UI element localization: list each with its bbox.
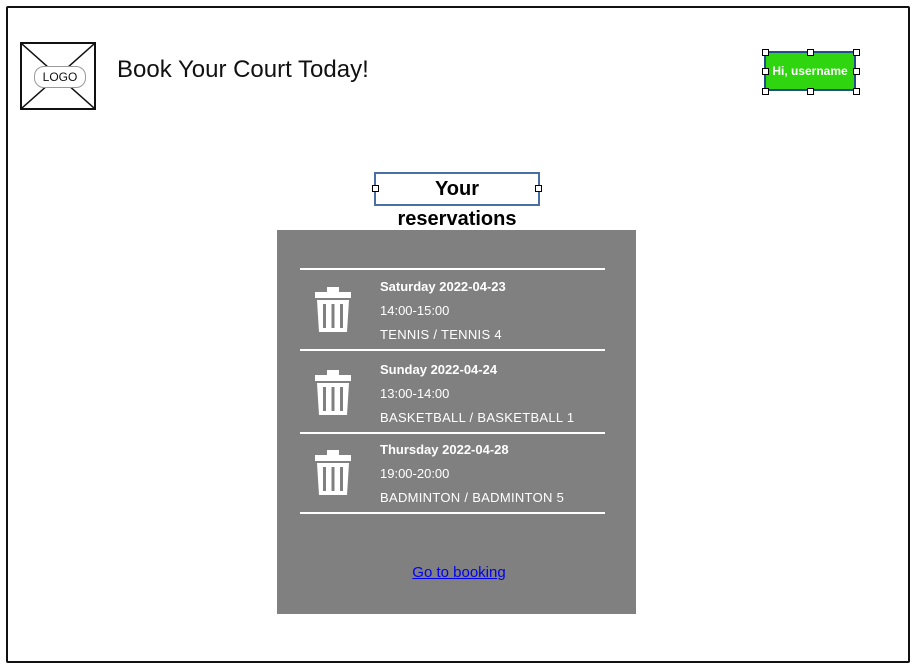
selection-handle <box>807 88 814 95</box>
trash-icon[interactable] <box>313 449 353 497</box>
reservation-date: Saturday 2022-04-23 <box>380 279 506 294</box>
go-to-booking-link[interactable]: Go to booking <box>277 564 641 581</box>
logo-placeholder: LOGO <box>20 42 96 110</box>
reservation-item: Sunday 2022-04-24 13:00-14:00 BASKETBALL… <box>277 353 636 433</box>
trash-icon[interactable] <box>313 286 353 334</box>
selection-handle <box>762 49 769 56</box>
selection-handle <box>853 49 860 56</box>
reservation-item: Thursday 2022-04-28 19:00-20:00 BADMINTO… <box>277 433 636 513</box>
reservation-date: Thursday 2022-04-28 <box>380 442 509 457</box>
divider <box>300 349 605 351</box>
reservation-time: 13:00-14:00 <box>380 386 450 401</box>
selection-handle <box>372 185 379 192</box>
selection-handle <box>853 88 860 95</box>
reservation-date: Sunday 2022-04-24 <box>380 362 498 377</box>
selection-handle <box>807 49 814 56</box>
reservation-time: 19:00-20:00 <box>380 466 450 481</box>
selection-handle <box>853 68 860 75</box>
reservation-court: BASKETBALL / BASKETBALL 1 <box>380 410 575 425</box>
selection-handle <box>535 185 542 192</box>
user-menu-button[interactable]: Hi, username <box>764 51 856 91</box>
reservation-time: 14:00-15:00 <box>380 303 450 318</box>
reservations-panel: Saturday 2022-04-23 14:00-15:00 TENNIS /… <box>277 230 636 614</box>
selection-handle <box>762 68 769 75</box>
trash-icon[interactable] <box>313 369 353 417</box>
logo-label: LOGO <box>34 66 86 88</box>
reservation-item: Saturday 2022-04-23 14:00-15:00 TENNIS /… <box>277 270 636 350</box>
reservation-court: TENNIS / TENNIS 4 <box>380 327 502 342</box>
reservations-title: Your reservations <box>374 172 540 230</box>
app-title: Book Your Court Today! <box>117 56 369 83</box>
selection-handle <box>762 88 769 95</box>
divider <box>300 512 605 514</box>
reservation-court: BADMINTON / BADMINTON 5 <box>380 490 565 505</box>
